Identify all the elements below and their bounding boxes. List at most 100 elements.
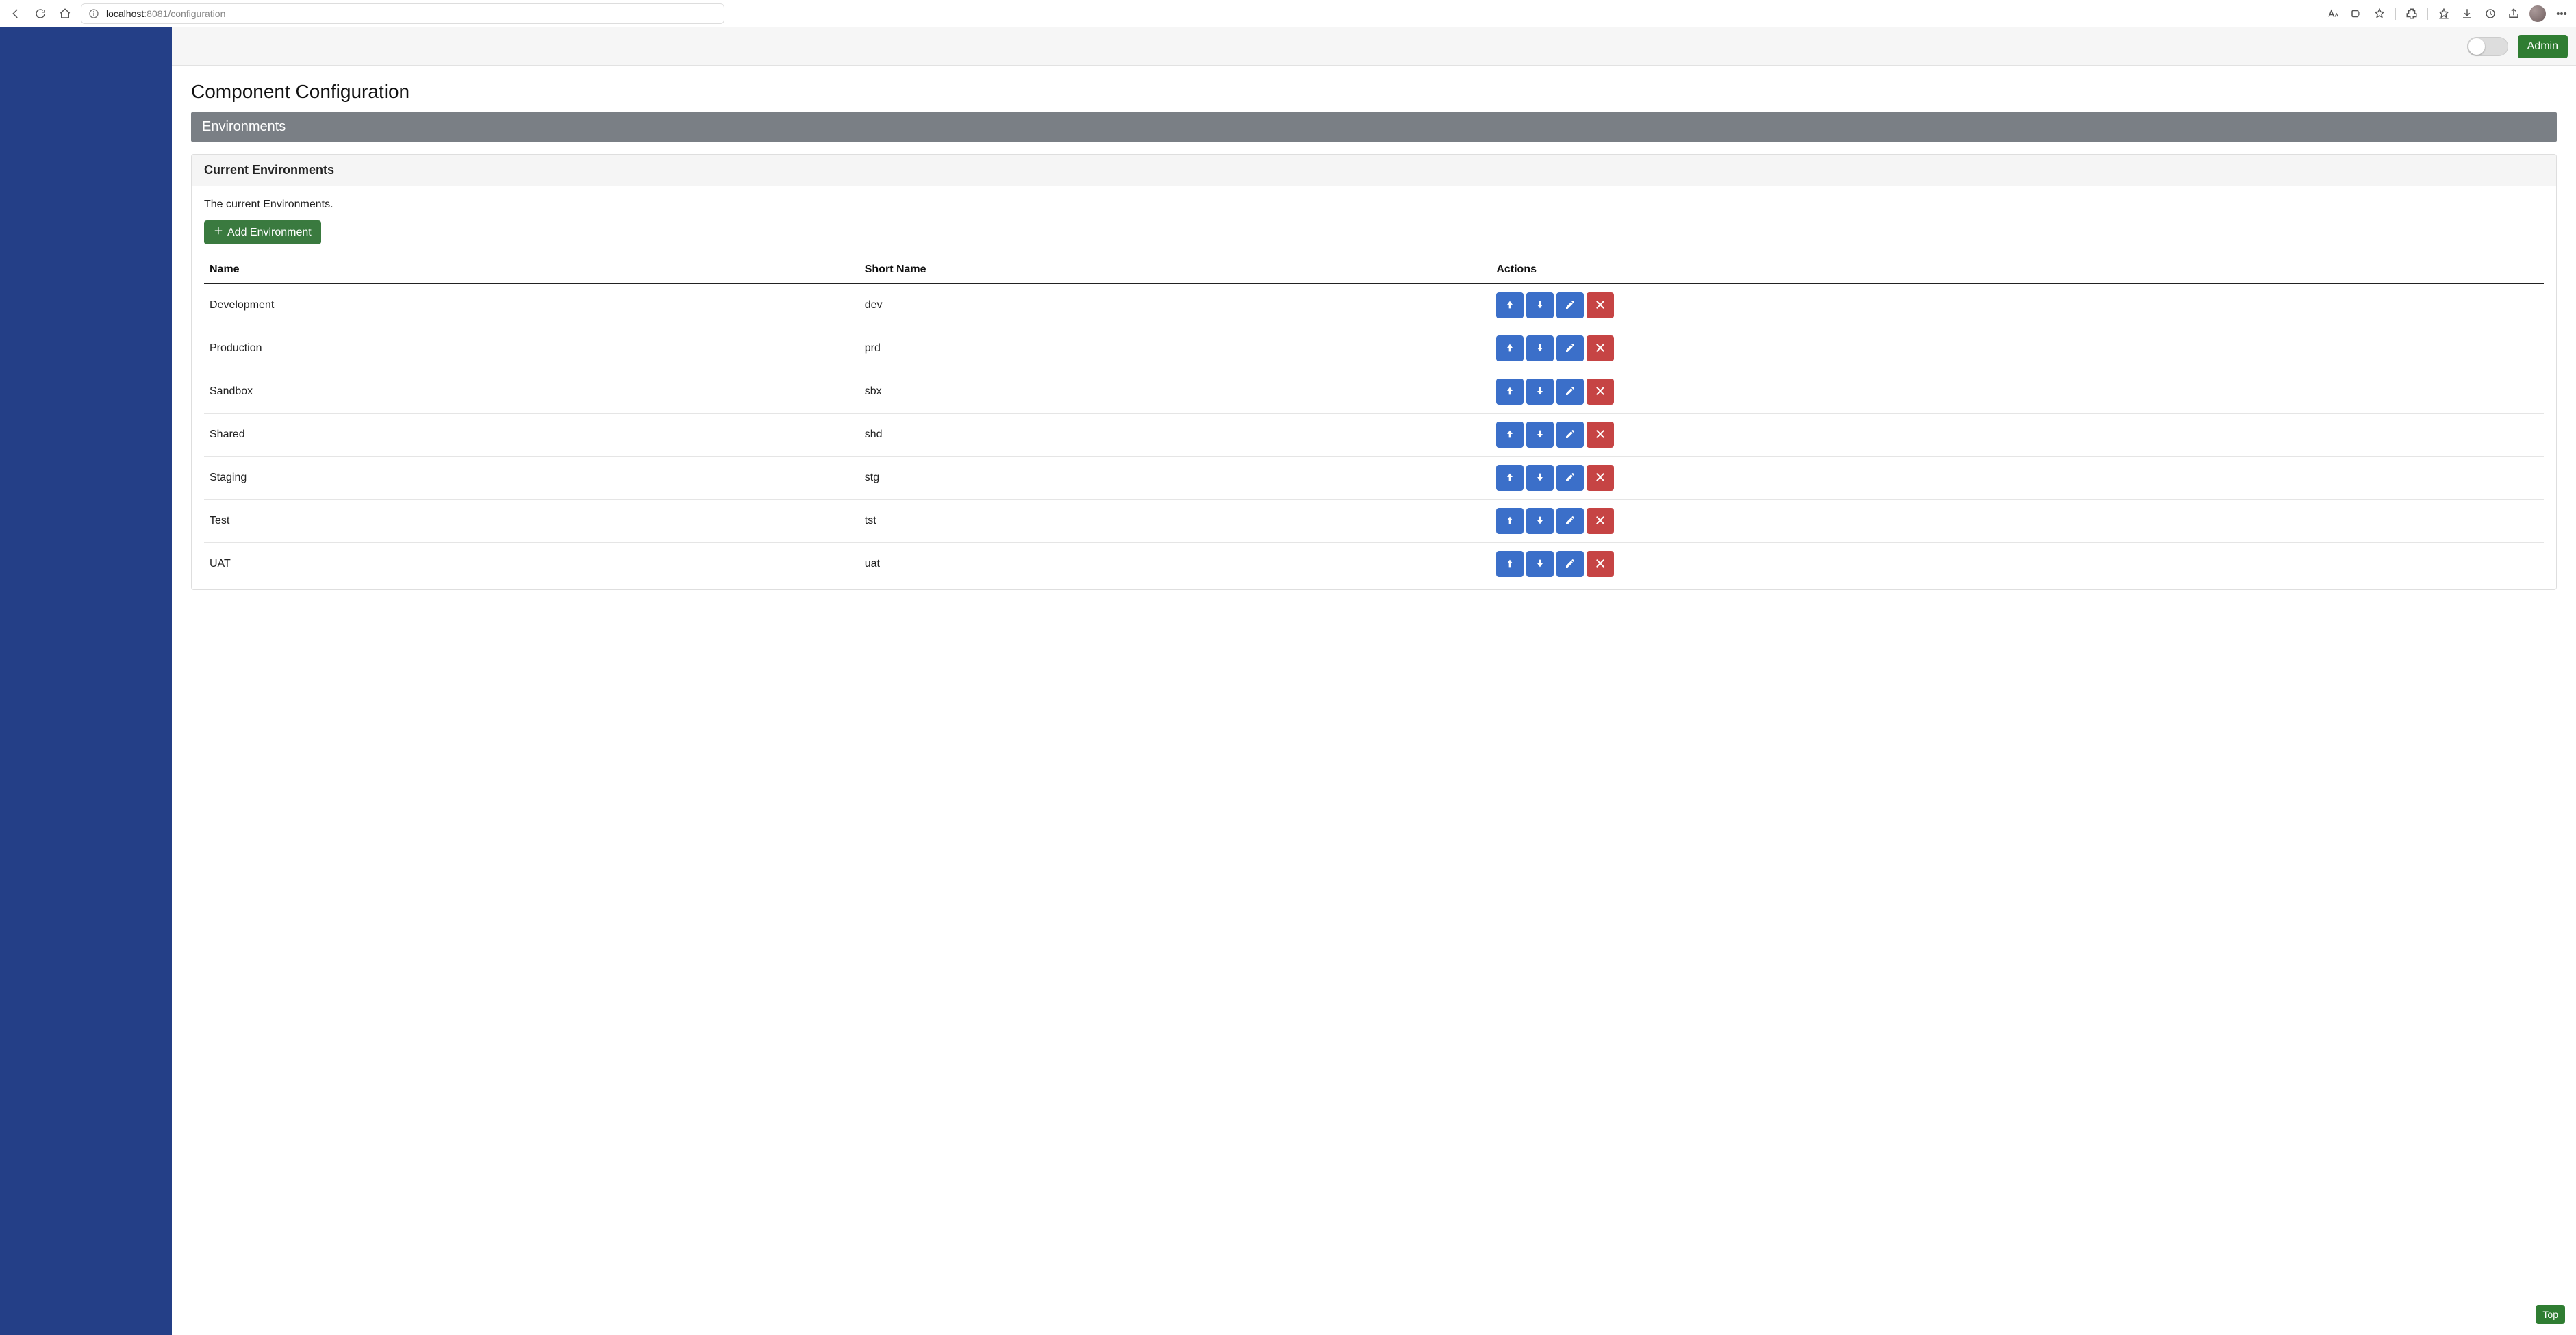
edit-button[interactable] [1556,508,1584,534]
table-row: Stagingstg [204,457,2544,500]
delete-button-icon [1595,299,1606,312]
site-info-icon[interactable] [88,8,99,19]
app-root: Admin Component Configuration Environmen… [0,27,2576,1335]
move-down-button[interactable] [1526,335,1554,361]
table-row: Testtst [204,500,2544,543]
url-text: localhost:8081/configuration [106,8,225,19]
app-header: Admin [172,27,2576,66]
delete-button[interactable] [1587,292,1614,318]
edit-button-icon [1565,429,1576,442]
edit-button[interactable] [1556,379,1584,405]
cell-short-name: prd [859,327,1491,370]
edit-button[interactable] [1556,335,1584,361]
move-down-button[interactable] [1526,292,1554,318]
delete-button-icon [1595,515,1606,528]
card-description: The current Environments. [204,199,2544,211]
cell-name: Shared [204,414,859,457]
move-down-button-icon [1535,299,1545,312]
cell-short-name: tst [859,500,1491,543]
refresh-button[interactable] [31,5,49,23]
delete-button[interactable] [1587,508,1614,534]
edit-button[interactable] [1556,551,1584,577]
column-header-short: Short Name [859,257,1491,283]
add-environment-label: Add Environment [227,227,312,239]
move-up-button-icon [1504,429,1515,442]
delete-button[interactable] [1587,379,1614,405]
delete-button[interactable] [1587,422,1614,448]
cell-short-name: shd [859,414,1491,457]
table-row: Sandboxsbx [204,370,2544,414]
edit-button-icon [1565,385,1576,398]
move-up-button[interactable] [1496,292,1524,318]
cell-actions [1491,283,2544,327]
downloads-icon[interactable] [2460,6,2475,21]
browser-tool-icon[interactable] [2483,6,2498,21]
move-down-button[interactable] [1526,465,1554,491]
cell-name: UAT [204,543,859,586]
edit-button-icon [1565,472,1576,485]
move-down-button[interactable] [1526,508,1554,534]
content-area: Component Configuration Environments Cur… [172,66,2576,1335]
url-host: localhost [106,8,144,19]
move-down-button-icon [1535,558,1545,571]
move-up-button[interactable] [1496,465,1524,491]
move-up-button[interactable] [1496,422,1524,448]
edit-button[interactable] [1556,465,1584,491]
move-up-button-icon [1504,342,1515,355]
edit-button[interactable] [1556,422,1584,448]
edit-button-icon [1565,515,1576,528]
admin-button[interactable]: Admin [2518,35,2568,58]
back-button[interactable] [7,5,25,23]
toolbar-separator [2427,8,2428,20]
move-down-button[interactable] [1526,551,1554,577]
move-down-button[interactable] [1526,422,1554,448]
move-down-button-icon [1535,515,1545,528]
delete-button-icon [1595,342,1606,355]
table-row: Developmentdev [204,283,2544,327]
cell-short-name: uat [859,543,1491,586]
toggle-knob [2468,38,2485,55]
card-body: The current Environments. Add Environmen… [192,186,2556,589]
delete-button-icon [1595,429,1606,442]
move-up-button[interactable] [1496,379,1524,405]
share-icon[interactable] [2506,6,2521,21]
mode-toggle[interactable] [2467,37,2508,56]
move-down-button-icon [1535,342,1545,355]
more-icon[interactable] [2554,6,2569,21]
move-down-button[interactable] [1526,379,1554,405]
move-down-button-icon [1535,385,1545,398]
browser-chrome: localhost:8081/configuration [0,0,2576,27]
cell-name: Staging [204,457,859,500]
edit-button-icon [1565,558,1576,571]
delete-button[interactable] [1587,551,1614,577]
edit-button-icon [1565,342,1576,355]
address-bar[interactable]: localhost:8081/configuration [81,3,724,24]
move-up-button-icon [1504,472,1515,485]
table-row: Productionprd [204,327,2544,370]
text-size-icon[interactable] [2325,6,2340,21]
favorite-star-icon[interactable] [2372,6,2387,21]
delete-button-icon [1595,472,1606,485]
extensions-icon[interactable] [2404,6,2419,21]
home-button[interactable] [56,5,74,23]
cell-actions [1491,370,2544,414]
move-up-button[interactable] [1496,508,1524,534]
delete-button[interactable] [1587,465,1614,491]
sidebar [0,27,172,1335]
move-up-button[interactable] [1496,551,1524,577]
url-path: /configuration [168,8,225,19]
profile-avatar[interactable] [2529,5,2546,22]
favorites-list-icon[interactable] [2436,6,2451,21]
add-environment-button[interactable]: Add Environment [204,220,321,244]
column-header-actions: Actions [1491,257,2544,283]
move-down-button-icon [1535,472,1545,485]
edit-button[interactable] [1556,292,1584,318]
delete-button-icon [1595,558,1606,571]
scroll-to-top-button[interactable]: Top [2536,1305,2565,1324]
cell-actions [1491,500,2544,543]
url-port: :8081 [144,8,168,19]
delete-button[interactable] [1587,335,1614,361]
main-column: Admin Component Configuration Environmen… [172,27,2576,1335]
read-aloud-icon[interactable] [2349,6,2364,21]
move-up-button[interactable] [1496,335,1524,361]
